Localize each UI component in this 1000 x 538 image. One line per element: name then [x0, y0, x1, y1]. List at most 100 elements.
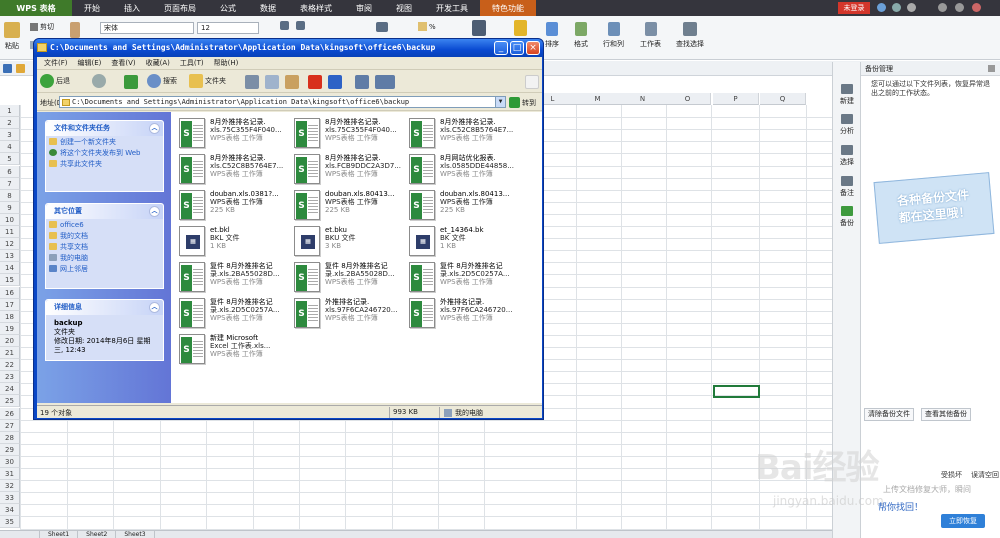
- copy-icon[interactable]: [265, 75, 279, 89]
- menu-item[interactable]: 收藏(A): [142, 58, 174, 68]
- paste-button[interactable]: 粘贴: [4, 22, 20, 51]
- sidebar-item-new[interactable]: 新建: [835, 84, 859, 106]
- tab-2[interactable]: 页面布局: [152, 0, 208, 16]
- view-other-backup-button[interactable]: 查看其他备份: [921, 408, 971, 421]
- place-my-computer[interactable]: 我的电脑: [46, 252, 163, 263]
- cut-button[interactable]: 剪切: [30, 22, 54, 32]
- row-header[interactable]: 5: [0, 153, 20, 166]
- search-button[interactable]: 搜索: [147, 74, 177, 88]
- row-header[interactable]: 1: [0, 105, 20, 117]
- find-button[interactable]: 查找选择: [676, 22, 704, 49]
- row-header[interactable]: 17: [0, 298, 20, 311]
- column-header[interactable]: P: [713, 93, 759, 105]
- row-header[interactable]: 13: [0, 250, 20, 263]
- file-item[interactable]: ▦ et.bkl BKL 文件 1 KB: [175, 224, 290, 260]
- row-header[interactable]: 12: [0, 238, 20, 251]
- row-header[interactable]: 9: [0, 201, 20, 214]
- align-top-button[interactable]: [280, 21, 289, 33]
- file-item[interactable]: S 复件 8月外推排名记 录.xls.2D5C0257A... WPS表格 工作簿: [405, 260, 520, 296]
- menu-item[interactable]: 帮助(H): [210, 58, 243, 68]
- menu-item[interactable]: 工具(T): [176, 58, 208, 68]
- skin-icon[interactable]: [877, 3, 886, 12]
- task-new-folder[interactable]: 创建一个新文件夹: [46, 136, 163, 147]
- login-button[interactable]: 未登录: [838, 2, 870, 14]
- menu-item[interactable]: 查看(V): [107, 58, 139, 68]
- file-item[interactable]: S 新建 Microsoft Excel 工作表.xls... WPS表格 工作簿: [175, 332, 290, 368]
- sidebar-item-note[interactable]: 备注: [835, 176, 859, 198]
- forward-button[interactable]: [92, 74, 106, 88]
- row-header[interactable]: 35: [0, 516, 20, 529]
- column-header[interactable]: M: [575, 93, 621, 105]
- file-tasks-header[interactable]: 文件和文件夹任务 ︿: [46, 121, 163, 136]
- go-button[interactable]: 转到: [509, 97, 536, 108]
- back-button[interactable]: 后退: [40, 74, 70, 88]
- window-minimize-button[interactable]: _: [494, 41, 508, 55]
- save-icon[interactable]: [3, 64, 12, 73]
- task-publish-web[interactable]: 将这个文件夹发布到 Web: [46, 147, 163, 158]
- sidebar-item-analyze[interactable]: 分析: [835, 114, 859, 136]
- other-places-header[interactable]: 其它位置 ︿: [46, 204, 163, 219]
- row-header[interactable]: 26: [0, 407, 20, 420]
- collapse-icon[interactable]: ︿: [149, 302, 160, 313]
- close-icon[interactable]: [972, 3, 981, 12]
- row-header[interactable]: 3: [0, 129, 20, 142]
- row-header[interactable]: 33: [0, 492, 20, 505]
- row-header[interactable]: 8: [0, 189, 20, 202]
- folders-button[interactable]: 文件夹: [189, 74, 226, 88]
- row-header[interactable]: 11: [0, 226, 20, 238]
- row-header[interactable]: 19: [0, 322, 20, 335]
- file-item[interactable]: S 外推排名记录. xls.97F6CA246720... WPS表格 工作簿: [290, 296, 405, 332]
- row-header[interactable]: 25: [0, 395, 20, 408]
- row-header[interactable]: 20: [0, 334, 20, 347]
- settings-icon[interactable]: [907, 3, 916, 12]
- window-maximize-button[interactable]: □: [510, 41, 524, 55]
- place-network[interactable]: 网上邻居: [46, 263, 163, 274]
- tab-sheet1[interactable]: Sheet1: [40, 531, 79, 538]
- help-icon[interactable]: [892, 3, 901, 12]
- autosum-button[interactable]: [472, 20, 486, 39]
- row-header[interactable]: 34: [0, 504, 20, 517]
- place-my-documents[interactable]: 我的文档: [46, 230, 163, 241]
- file-item[interactable]: S 复件 8月外推排名记 录.xls.2BA55028D... WPS表格 工作簿: [175, 260, 290, 296]
- file-item[interactable]: Sdouban.xls.80413... WPS表格 工作簿 225 KB: [290, 188, 405, 224]
- file-item[interactable]: S 8月外推排名记录. xls.75C355F4F040... WPS表格 工作簿: [175, 116, 290, 152]
- file-item[interactable]: S 外推排名记录. xls.97F6CA246720... WPS表格 工作簿: [405, 296, 520, 332]
- paste-icon[interactable]: [285, 75, 299, 89]
- wrap-button[interactable]: [376, 22, 388, 35]
- row-header[interactable]: 16: [0, 286, 20, 299]
- window-close-button[interactable]: ×: [526, 41, 540, 55]
- row-header[interactable]: 28: [0, 431, 20, 444]
- row-header[interactable]: 31: [0, 468, 20, 480]
- task-share-folder[interactable]: 共享此文件夹: [46, 158, 163, 169]
- tab-0[interactable]: 开始: [72, 0, 112, 16]
- file-item[interactable]: S 8月外推排名记录. xls.FCB9DDC2A3D7... WPS表格 工作簿: [290, 152, 405, 188]
- font-name-select[interactable]: 宋体: [100, 22, 194, 34]
- place-shared-documents[interactable]: 共享文档: [46, 241, 163, 252]
- percent-button[interactable]: %: [418, 22, 436, 31]
- filter-button[interactable]: [514, 20, 527, 39]
- align-middle-button[interactable]: [296, 21, 305, 33]
- tab-8[interactable]: 开发工具: [424, 0, 480, 16]
- row-header[interactable]: 23: [0, 371, 20, 384]
- row-header[interactable]: 10: [0, 213, 20, 226]
- explorer-titlebar[interactable]: C:\Documents and Settings\Administrator\…: [34, 39, 543, 57]
- selected-cell[interactable]: [713, 385, 760, 398]
- file-item[interactable]: Sdouban.xls.0381?... WPS表格 工作簿 225 KB: [175, 188, 290, 224]
- collapse-icon[interactable]: ︿: [149, 123, 160, 134]
- tab-7[interactable]: 视图: [384, 0, 424, 16]
- properties-icon[interactable]: [355, 75, 369, 89]
- format-button[interactable]: 格式: [574, 22, 588, 49]
- file-item[interactable]: S 8月外推排名记录. xls.75C355F4F040... WPS表格 工作簿: [290, 116, 405, 152]
- clear-backup-button[interactable]: 清除备份文件: [864, 408, 914, 421]
- row-header[interactable]: 32: [0, 480, 20, 493]
- cut-icon[interactable]: [245, 75, 259, 89]
- panel-close-icon[interactable]: [988, 65, 995, 72]
- tab-sheet2[interactable]: Sheet2: [78, 531, 117, 538]
- delete-icon[interactable]: [308, 75, 322, 89]
- row-header[interactable]: 4: [0, 141, 20, 154]
- tab-sheet3[interactable]: Sheet3: [116, 531, 155, 538]
- file-item[interactable]: ▦ et.bku BKU 文件 3 KB: [290, 224, 405, 260]
- sheet-nav[interactable]: [0, 531, 40, 538]
- file-item[interactable]: S 8月外推排名记录. xls.C52C8B5764E7... WPS表格 工作簿: [405, 116, 520, 152]
- tab-9[interactable]: 特色功能: [480, 0, 536, 16]
